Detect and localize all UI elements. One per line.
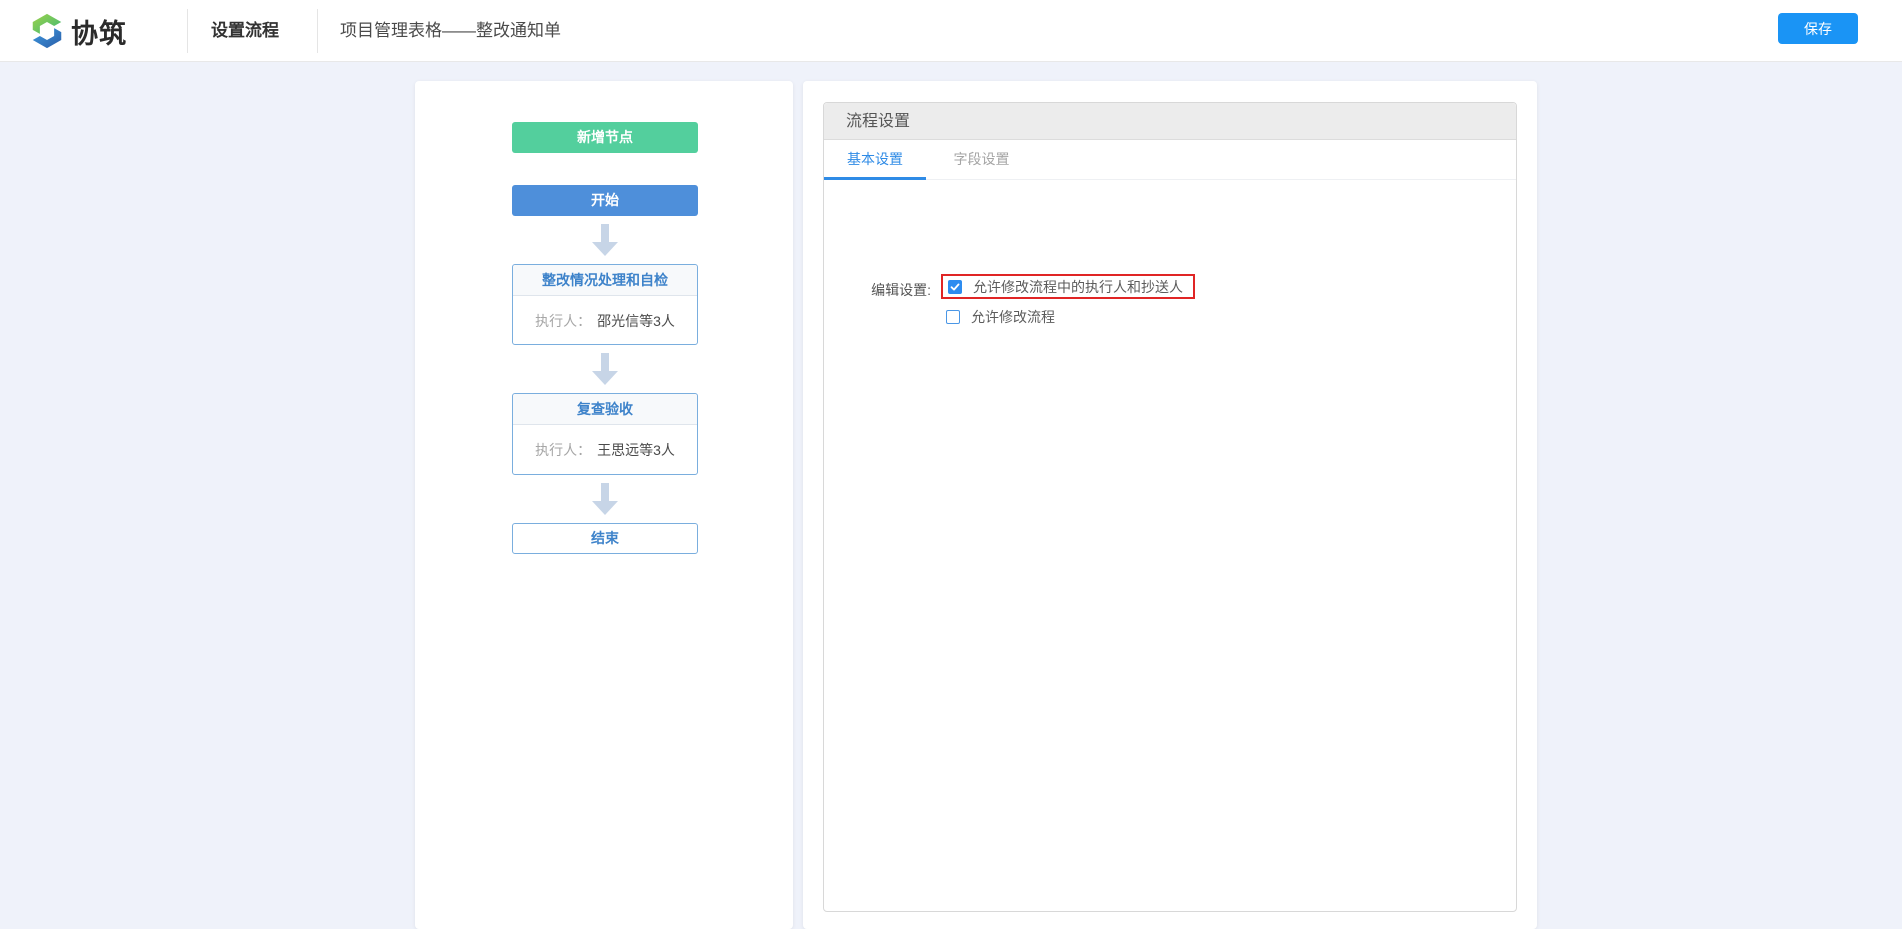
app-logo: 协筑 [28, 12, 127, 50]
arrow-down-icon [512, 353, 698, 385]
save-button[interactable]: 保存 [1778, 13, 1858, 44]
form-name-title: 项目管理表格——整改通知单 [340, 0, 561, 62]
node-executor-row: 执行人： 邵光信等3人 [513, 296, 697, 345]
page-title: 设置流程 [211, 0, 279, 62]
node-executor-row: 执行人： 王思远等3人 [513, 425, 697, 474]
option-row-allow-modify-flow: 允许修改流程 [946, 306, 1055, 328]
option-label[interactable]: 允许修改流程 [971, 307, 1055, 327]
settings-tabs: 基本设置 字段设置 [824, 140, 1516, 180]
arrow-down-icon [512, 224, 698, 256]
executor-label: 执行人： [535, 311, 591, 331]
checkbox-allow-modify-executors[interactable] [948, 280, 962, 294]
start-node[interactable]: 开始 [512, 185, 698, 216]
option-row-allow-modify-executors: 允许修改流程中的执行人和抄送人 [941, 274, 1195, 299]
flow-settings-page: 协筑 设置流程 项目管理表格——整改通知单 保存 新增节点 开始 整改情况处理和… [0, 0, 1902, 919]
flow-node-review[interactable]: 复查验收 执行人： 王思远等3人 [512, 393, 698, 475]
arrow-down-icon [512, 483, 698, 515]
xiezhu-logo-icon [28, 12, 66, 50]
flow-node-rectification[interactable]: 整改情况处理和自检 执行人： 邵光信等3人 [512, 264, 698, 345]
settings-card: 流程设置 基本设置 字段设置 编辑设置: 允许修改流程中的执行人和抄送人 [803, 81, 1537, 929]
end-node[interactable]: 结束 [512, 523, 698, 554]
edit-settings-label: 编辑设置: [824, 280, 931, 300]
basic-settings-content: 编辑设置: 允许修改流程中的执行人和抄送人 允许修 [824, 180, 1516, 911]
flow-settings-panel: 流程设置 基本设置 字段设置 编辑设置: 允许修改流程中的执行人和抄送人 [823, 102, 1517, 912]
header-divider [317, 9, 318, 53]
node-title: 复查验收 [513, 394, 697, 425]
checkbox-allow-modify-flow[interactable] [946, 310, 960, 324]
node-title: 整改情况处理和自检 [513, 265, 697, 296]
check-icon [950, 282, 960, 292]
add-node-button[interactable]: 新增节点 [512, 122, 698, 153]
tab-field-settings[interactable]: 字段设置 [930, 140, 1032, 180]
executor-value: 王思远等3人 [597, 440, 675, 460]
tab-basic-settings[interactable]: 基本设置 [824, 140, 926, 180]
executor-value: 邵光信等3人 [597, 311, 675, 331]
panel-title: 流程设置 [824, 103, 1516, 140]
executor-label: 执行人： [535, 440, 591, 460]
app-header: 协筑 设置流程 项目管理表格——整改通知单 保存 [0, 0, 1902, 62]
header-divider [187, 9, 188, 53]
logo-text: 协筑 [71, 12, 127, 51]
flow-diagram-panel: 新增节点 开始 整改情况处理和自检 执行人： 邵光信等3人 复查验收 执行人： … [415, 81, 793, 929]
option-label[interactable]: 允许修改流程中的执行人和抄送人 [973, 277, 1183, 297]
